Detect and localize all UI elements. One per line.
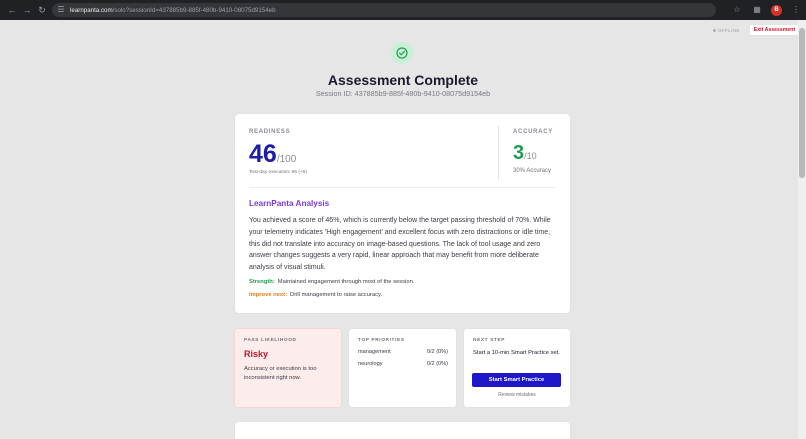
- session-id: Session ID: 437885b9-885f-480b-9410-0807…: [315, 89, 491, 98]
- bookmark-star-icon[interactable]: ☆: [731, 4, 743, 16]
- next-step-label: NEXT STEP: [473, 338, 506, 343]
- browser-menu-icon[interactable]: ⋮: [790, 4, 802, 16]
- priority-row: management 0/2 (0%): [358, 349, 448, 355]
- next-step-text: Start a 10-min Smart Practice set.: [473, 350, 560, 356]
- offline-indicator: OFFLINE: [713, 28, 740, 33]
- next-section-card: [235, 422, 570, 439]
- complete-check-icon: [391, 42, 413, 64]
- accuracy-score-denominator: /10: [524, 151, 537, 161]
- priority-score: 0/2 (0%): [426, 361, 448, 367]
- score-divider: [498, 126, 499, 180]
- forward-icon[interactable]: →: [21, 4, 33, 16]
- improve-text: Drill management to raise accuracy.: [290, 292, 383, 298]
- test-day-execution: Test-day execution: 95 (+5): [249, 170, 307, 175]
- accuracy-score-value: 3: [513, 142, 525, 164]
- pass-likelihood-card: PASS LIKELIHOOD Risky Accuracy or execut…: [235, 329, 341, 407]
- analysis-body: You achieved a score of 46%, which is cu…: [249, 217, 551, 272]
- priority-name: management: [358, 349, 391, 355]
- profile-avatar[interactable]: B: [771, 4, 782, 16]
- pass-likelihood-label: PASS LIKELIHOOD: [244, 338, 297, 343]
- scrollbar-thumb[interactable]: [799, 28, 805, 178]
- top-priorities-card: TOP PRIORITIES management 0/2 (0%) neuro…: [349, 329, 456, 407]
- priority-row: neurology 0/2 (0%): [358, 361, 448, 367]
- url-path: /solo?sessionId=437885b9-885f-480b-9410-…: [112, 6, 276, 14]
- pass-likelihood-value: Risky: [244, 349, 269, 359]
- results-card: READINESS 46 /100 Test-day execution: 95…: [235, 114, 570, 313]
- improve-line: Improve next: Drill management to raise a…: [249, 292, 382, 298]
- offline-label: OFFLINE: [718, 28, 740, 33]
- improve-tag: Improve next:: [249, 292, 288, 298]
- top-priorities-label: TOP PRIORITIES: [358, 338, 405, 343]
- strength-line: Strength: Maintained engagement through m…: [249, 279, 414, 285]
- url-host: learnpanta.com: [70, 6, 113, 14]
- offline-dot-icon: [713, 29, 716, 32]
- analysis-title: LearnPanta Analysis: [249, 199, 330, 208]
- accuracy-score: 3 /10: [513, 140, 537, 166]
- next-step-card: NEXT STEP Start a 10-min Smart Practice …: [464, 329, 570, 407]
- readiness-label: READINESS: [249, 129, 291, 135]
- start-smart-practice-button[interactable]: Start Smart Practice: [472, 373, 561, 387]
- address-bar[interactable]: ☰ learnpanta.com/solo?sessionId=437885b9…: [52, 3, 716, 17]
- extensions-icon[interactable]: ▦: [751, 4, 763, 16]
- exit-assessment-button[interactable]: Exit Assessment: [749, 24, 800, 36]
- readiness-score-value: 46: [249, 140, 277, 168]
- priority-name: neurology: [358, 361, 383, 367]
- pass-likelihood-note: Accuracy or execution is too inconsisten…: [244, 366, 317, 381]
- accuracy-label: ACCURACY: [513, 129, 553, 135]
- accuracy-percent: 30% Accuracy: [513, 168, 552, 174]
- strength-text: Maintained engagement through most of th…: [277, 279, 415, 285]
- browser-toolbar: ← → ↻ ☰ learnpanta.com/solo?sessionId=43…: [0, 0, 806, 20]
- site-settings-icon[interactable]: ☰: [56, 5, 66, 15]
- reload-icon[interactable]: ↻: [36, 4, 48, 16]
- review-mistakes-link[interactable]: Review mistakes: [464, 392, 570, 398]
- priority-score: 0/2 (0%): [426, 349, 448, 355]
- section-divider: [249, 187, 556, 188]
- back-icon[interactable]: ←: [6, 4, 18, 16]
- strength-tag: Strength:: [249, 279, 275, 285]
- page-title: Assessment Complete: [327, 72, 479, 88]
- readiness-score-denominator: /100: [276, 154, 297, 165]
- readiness-score: 46 /100: [249, 140, 296, 168]
